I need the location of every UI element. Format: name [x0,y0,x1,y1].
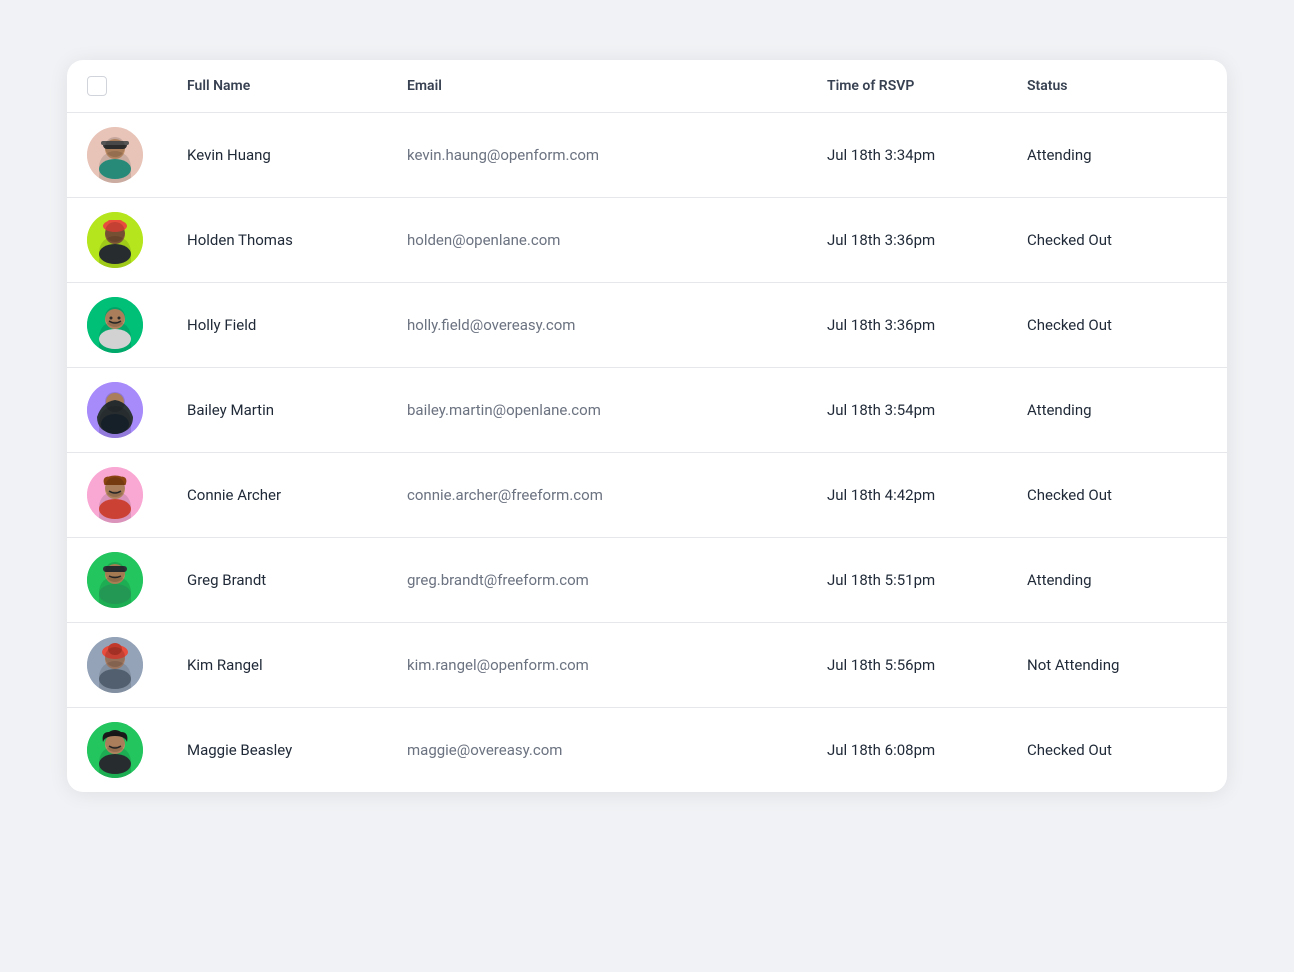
cell-status: Attending [1027,571,1207,589]
cell-status: Not Attending [1027,656,1207,674]
table-row[interactable]: Greg Brandt greg.brandt@freeform.com Jul… [67,538,1227,623]
avatar-cell [87,212,187,268]
table-header: Full Name Email Time of RSVP Status [67,60,1227,113]
attendees-table: Full Name Email Time of RSVP Status Kevi… [67,60,1227,792]
table-row[interactable]: Holly Field holly.field@overeasy.com Jul… [67,283,1227,368]
avatar-cell [87,382,187,438]
avatar [87,382,143,438]
cell-time: Jul 18th 3:34pm [827,146,1027,164]
avatar [87,297,143,353]
table-row[interactable]: Connie Archer connie.archer@freeform.com… [67,453,1227,538]
cell-status: Attending [1027,146,1207,164]
avatar-cell [87,127,187,183]
table-row[interactable]: Kevin Huang kevin.haung@openform.com Jul… [67,113,1227,198]
cell-status: Checked Out [1027,741,1207,759]
cell-status: Checked Out [1027,316,1207,334]
cell-name: Maggie Beasley [187,741,407,759]
table-row[interactable]: Bailey Martin bailey.martin@openlane.com… [67,368,1227,453]
select-all-cell[interactable] [87,76,187,96]
cell-time: Jul 18th 6:08pm [827,741,1027,759]
table-row[interactable]: Maggie Beasley maggie@overeasy.com Jul 1… [67,708,1227,792]
avatar [87,637,143,693]
header-email: Email [407,78,827,94]
header-time: Time of RSVP [827,78,1027,94]
cell-status: Checked Out [1027,231,1207,249]
avatar [87,552,143,608]
cell-name: Holden Thomas [187,231,407,249]
table-row[interactable]: Kim Rangel kim.rangel@openform.com Jul 1… [67,623,1227,708]
avatar-cell [87,552,187,608]
cell-email: kevin.haung@openform.com [407,146,827,164]
cell-time: Jul 18th 4:42pm [827,486,1027,504]
table-body: Kevin Huang kevin.haung@openform.com Jul… [67,113,1227,792]
cell-time: Jul 18th 3:36pm [827,231,1027,249]
cell-email: greg.brandt@freeform.com [407,571,827,589]
table-row[interactable]: Holden Thomas holden@openlane.com Jul 18… [67,198,1227,283]
avatar [87,722,143,778]
header-name: Full Name [187,78,407,94]
cell-time: Jul 18th 5:51pm [827,571,1027,589]
avatar-cell [87,467,187,523]
cell-time: Jul 18th 5:56pm [827,656,1027,674]
cell-status: Checked Out [1027,486,1207,504]
cell-email: maggie@overeasy.com [407,741,827,759]
cell-email: holden@openlane.com [407,231,827,249]
avatar [87,467,143,523]
cell-name: Kevin Huang [187,146,407,164]
avatar [87,127,143,183]
select-all-checkbox[interactable] [87,76,107,96]
cell-name: Bailey Martin [187,401,407,419]
cell-name: Greg Brandt [187,571,407,589]
cell-time: Jul 18th 3:36pm [827,316,1027,334]
cell-status: Attending [1027,401,1207,419]
cell-email: connie.archer@freeform.com [407,486,827,504]
avatar-cell [87,637,187,693]
cell-name: Connie Archer [187,486,407,504]
cell-name: Kim Rangel [187,656,407,674]
cell-email: holly.field@overeasy.com [407,316,827,334]
avatar-cell [87,722,187,778]
avatar [87,212,143,268]
cell-email: bailey.martin@openlane.com [407,401,827,419]
avatar-cell [87,297,187,353]
cell-time: Jul 18th 3:54pm [827,401,1027,419]
header-status: Status [1027,78,1207,94]
cell-email: kim.rangel@openform.com [407,656,827,674]
cell-name: Holly Field [187,316,407,334]
